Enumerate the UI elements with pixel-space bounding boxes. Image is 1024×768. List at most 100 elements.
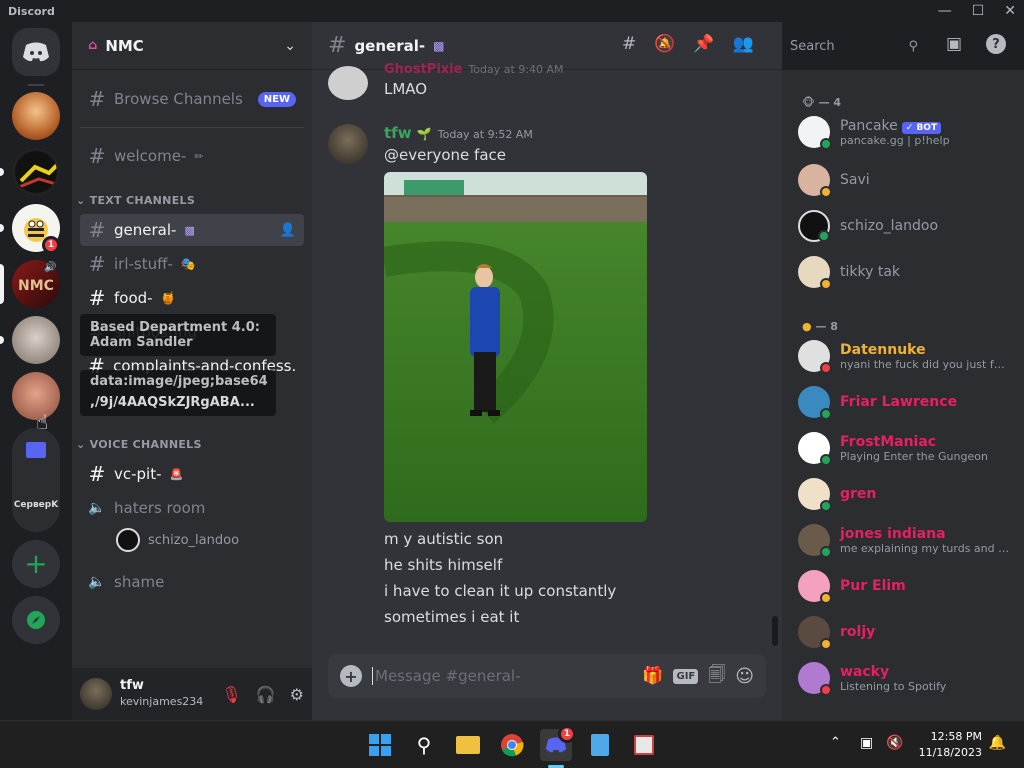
add-attachment-icon[interactable]: + — [340, 665, 362, 687]
server-separator — [28, 84, 44, 86]
headphones-icon[interactable]: 🎧 — [256, 685, 276, 704]
folder-server-label: СерверK — [13, 500, 59, 510]
home-button[interactable] — [12, 28, 60, 76]
emoji-icon[interactable]: ☺ — [735, 666, 754, 687]
member-item[interactable]: wacky Listening to Spotify — [798, 656, 1018, 700]
search-icon[interactable]: ⚲ — [408, 729, 440, 761]
volume-muted-icon[interactable]: 🔇 — [886, 735, 903, 751]
start-button[interactable] — [364, 729, 396, 761]
member-name: Friar Lawrence — [840, 394, 958, 410]
scrollbar[interactable] — [772, 616, 778, 646]
gift-icon[interactable]: 🎁 — [642, 666, 663, 686]
bot-tag: ✓ BOT — [901, 121, 942, 134]
channel-general[interactable]: # general- ▩ 👤 — [80, 214, 304, 246]
browse-channels-item[interactable]: # Browse Channels NEW — [80, 82, 304, 116]
status-online — [820, 408, 832, 420]
voice-user[interactable]: schizo_landoo — [116, 528, 239, 552]
gif-button[interactable]: GIF — [673, 668, 699, 684]
group-count: — 8 — [815, 320, 838, 333]
member-name: gren — [840, 486, 877, 502]
mute-mic-icon[interactable]: 🎙 — [221, 685, 241, 704]
discord-logo-icon — [23, 42, 49, 62]
notification-bell-icon[interactable]: 🔔 — [989, 735, 1006, 751]
member-item[interactable]: roljy — [798, 610, 1018, 654]
member-item[interactable]: FrostManiac Playing Enter the Gungeon — [798, 426, 1018, 470]
category-text-channels[interactable]: ⌄ TEXT CHANNELS — [76, 194, 195, 207]
plant-emoji-icon: 🌱 — [416, 127, 432, 141]
threads-icon[interactable]: # — [622, 34, 636, 54]
member-name: Datennuke — [840, 341, 926, 358]
message-image[interactable] — [384, 172, 647, 522]
message-author[interactable]: tfw 🌱 Today at 9:52 AM — [384, 124, 533, 142]
snipping-tool-icon[interactable] — [628, 729, 660, 761]
file-explorer-icon[interactable] — [452, 729, 484, 761]
tooltip-line: ,/9j/4AAQSkZJRgABA... — [90, 395, 255, 410]
member-item[interactable]: jones indiana me explaining my turds and … — [798, 518, 1018, 562]
system-clock[interactable]: 12:58 PM 11/18/2023 — [919, 729, 982, 761]
channel-emoji-icon: ▩ — [184, 223, 195, 237]
message-input[interactable]: Message #general- — [372, 667, 632, 685]
sticker-icon[interactable]: 🗐 — [708, 662, 725, 691]
chrome-icon[interactable] — [496, 729, 528, 761]
avatar[interactable] — [328, 66, 368, 100]
maximize-icon[interactable]: ☐ — [972, 3, 985, 19]
user-panel: tfw kevinjames234 🎙 🎧 ⚙ — [72, 668, 312, 720]
guild-header[interactable]: ⌂ NMC ⌄ — [72, 22, 312, 70]
window-titlebar: Discord — ☐ ✕ — [0, 0, 1024, 22]
minimize-icon[interactable]: — — [938, 3, 952, 19]
clock-date: 11/18/2023 — [918, 746, 982, 759]
member-item[interactable]: Datennuke nyani the fuck did you just fuc… — [798, 334, 1018, 378]
avatar[interactable] — [328, 124, 368, 164]
channel-irl-stuff[interactable]: # irl-stuff- 🎭 — [80, 248, 304, 280]
status-online — [820, 138, 832, 150]
voice-channel-haters-room[interactable]: 🔈 haters room — [80, 492, 304, 524]
add-member-icon[interactable]: 👤 — [280, 223, 296, 238]
pin-icon[interactable]: 📌 — [693, 34, 714, 54]
server-icon-2[interactable] — [12, 148, 60, 196]
channel-food[interactable]: # food- 🍯 — [80, 282, 304, 314]
mute-bell-icon[interactable]: 🔕 — [654, 34, 675, 54]
member-list-icon[interactable]: 👥 — [733, 34, 754, 54]
chevron-up-icon[interactable]: ⌃ — [830, 735, 841, 750]
clock-time: 12:58 PM — [930, 730, 982, 743]
member-item[interactable]: Pur Elim — [798, 564, 1018, 608]
server-icon-1[interactable] — [12, 92, 60, 140]
speaker-icon: 🔊 — [44, 262, 57, 273]
search-input[interactable]: Search ⚲ — [784, 34, 924, 58]
discord-taskbar-icon[interactable]: 1 — [540, 725, 576, 761]
explore-button[interactable] — [12, 596, 60, 644]
member-name: roljy — [840, 624, 876, 640]
avatar[interactable] — [80, 678, 112, 710]
member-status-text: nyani the fuck did you just fuc... — [840, 357, 1010, 371]
channel-vc-pit[interactable]: # vc-pit- 🚨 — [80, 458, 304, 490]
avatar — [798, 116, 832, 150]
server-tooltip: Based Department 4.0: Adam Sandler — [80, 314, 276, 356]
avatar — [798, 570, 832, 604]
avatar — [798, 164, 832, 198]
member-item[interactable]: tikky tak — [798, 250, 1018, 294]
voice-channel-shame[interactable]: 🔈 shame — [80, 566, 304, 598]
hash-icon: # — [88, 218, 106, 242]
server-icon-based-department[interactable] — [12, 316, 60, 364]
server-folder[interactable]: СерверK — [12, 428, 60, 532]
network-icon[interactable]: ▣ — [860, 735, 873, 751]
selected-pill — [0, 264, 4, 304]
status-online — [820, 500, 832, 512]
member-item[interactable]: Savi — [798, 158, 1018, 202]
category-label: TEXT CHANNELS — [89, 194, 196, 207]
member-item[interactable]: Pancake ✓ BOT pancake.gg | p!help — [798, 110, 1018, 154]
add-server-button[interactable]: + — [12, 540, 60, 588]
help-icon[interactable]: ? — [986, 34, 1006, 54]
channel-welcome[interactable]: # welcome- ✏ — [80, 140, 304, 172]
member-item[interactable]: gren — [798, 472, 1018, 516]
category-voice-channels[interactable]: ⌄ VOICE CHANNELS — [76, 438, 202, 451]
message-text: m y autistic son — [384, 530, 504, 548]
close-icon[interactable]: ✕ — [1004, 3, 1016, 19]
status-online — [820, 454, 832, 466]
gear-icon[interactable]: ⚙ — [290, 685, 304, 704]
member-item[interactable]: schizo_landoo — [798, 204, 1018, 248]
inbox-icon[interactable]: ▣ — [946, 34, 962, 54]
member-item[interactable]: Friar Lawrence — [798, 380, 1018, 424]
notepad-icon[interactable] — [584, 729, 616, 761]
message-author[interactable]: GhostPixie Today at 9:40 AM — [384, 62, 564, 77]
